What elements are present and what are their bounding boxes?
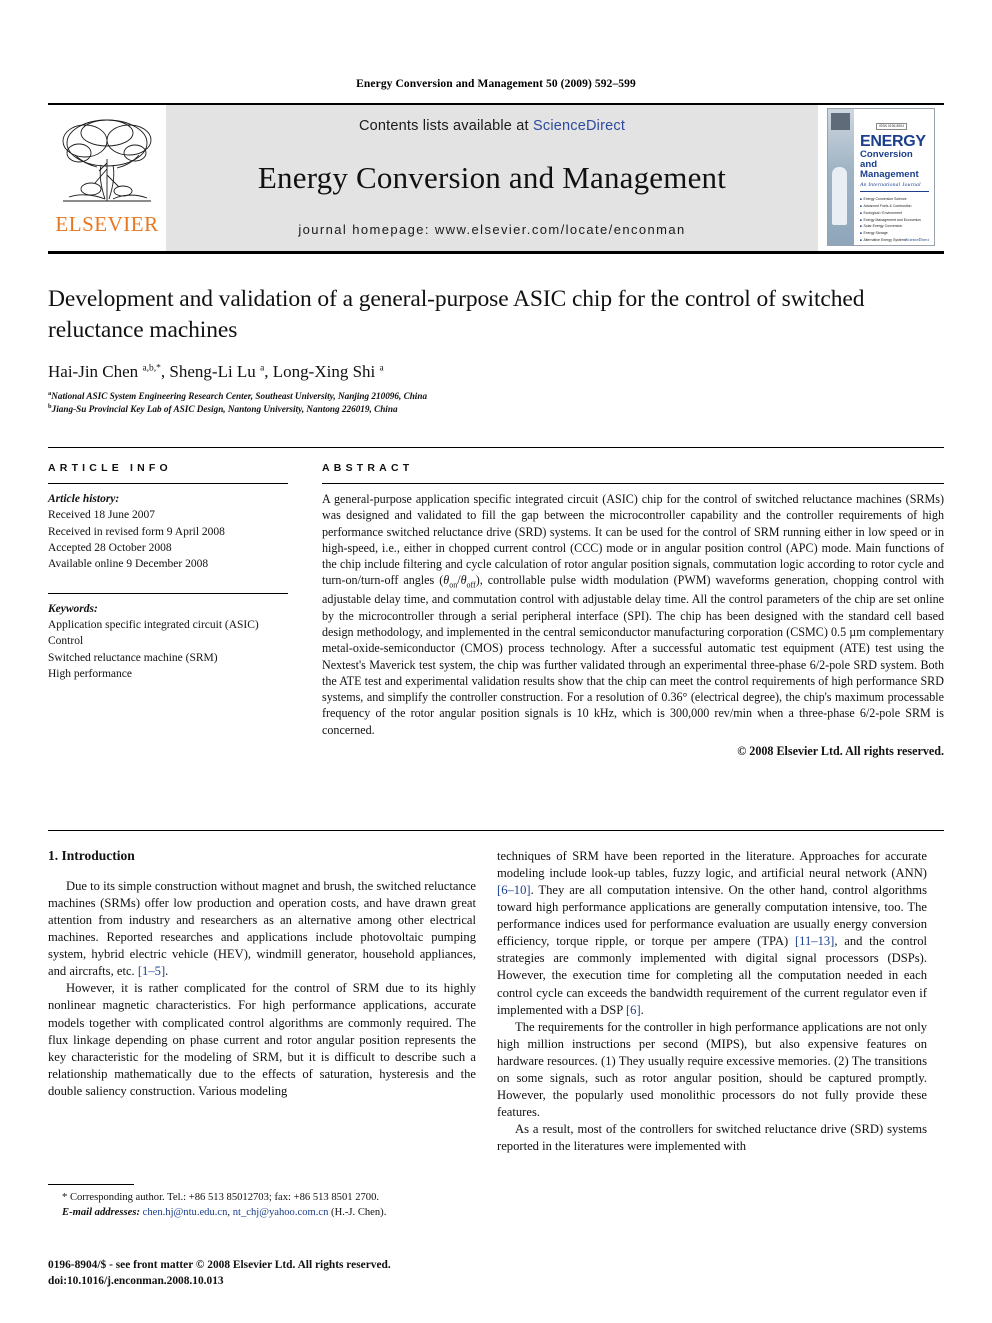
keyword-item: Switched reluctance machine (SRM) bbox=[48, 651, 218, 664]
cover-subtitle-3: An International Journal bbox=[860, 182, 921, 189]
abstract-divider bbox=[322, 483, 944, 484]
cover-topic: Ecological / Environment bbox=[860, 210, 929, 217]
cover-footer-mark: ScienceDirect bbox=[905, 237, 929, 242]
cover-topic: Solar Energy Conversion bbox=[860, 223, 929, 230]
issn-line: 0196-8904/$ - see front matter © 2008 El… bbox=[48, 1259, 391, 1271]
paragraph-tail: . bbox=[640, 1002, 644, 1017]
elsevier-tree-icon bbox=[62, 119, 152, 202]
elsevier-wordmark: ELSEVIER bbox=[55, 212, 159, 236]
doi-line: doi:10.1016/j.enconman.2008.10.013 bbox=[48, 1274, 224, 1287]
abstract-copyright: © 2008 Elsevier Ltd. All rights reserved… bbox=[737, 743, 944, 758]
running-head: Energy Conversion and Management 50 (200… bbox=[356, 78, 636, 90]
theta-off-subscript: off bbox=[466, 580, 476, 590]
body-paragraph: As a result, most of the controllers for… bbox=[497, 1122, 927, 1154]
paper-page: Energy Conversion and Management 50 (200… bbox=[0, 0, 992, 1323]
keyword-item: Application specific integrated circuit … bbox=[48, 618, 259, 631]
email-link-2[interactable]: nt_chj@yahoo.com.cn bbox=[233, 1207, 329, 1218]
article-info-column: ARTICLE INFO Article history: Received 1… bbox=[48, 462, 288, 682]
citation-ref[interactable]: [6–10] bbox=[497, 883, 531, 897]
citation-ref[interactable]: [1–5] bbox=[138, 964, 165, 978]
keyword-item: Control bbox=[48, 635, 84, 648]
abstract-part-2: ), controllable pulse width modulation (… bbox=[322, 573, 945, 737]
article-history-item: Accepted 28 October 2008 bbox=[48, 541, 172, 554]
article-history-item: Available online 9 December 2008 bbox=[48, 558, 209, 571]
article-info-heading: ARTICLE INFO bbox=[48, 462, 172, 474]
elsevier-logo: ELSEVIER bbox=[48, 105, 166, 251]
citation-ref[interactable]: [11–13] bbox=[795, 934, 834, 948]
cooling-tower-icon bbox=[832, 167, 847, 225]
abstract-text: A general-purpose application specific i… bbox=[322, 491, 944, 738]
article-history-item: Received in revised form 9 April 2008 bbox=[48, 525, 225, 538]
cover-left-strip bbox=[828, 109, 854, 245]
cover-elsevier-mark-icon bbox=[831, 113, 850, 130]
cover-title: ENERGY bbox=[860, 133, 926, 150]
paragraph-text: techniques of SRM have been reported in … bbox=[497, 849, 927, 881]
author-list: Hai-Jin Chen a,b,*, Sheng-Li Lu a, Long-… bbox=[48, 362, 384, 381]
cover-topic: Energy Conversion Science bbox=[860, 196, 929, 203]
cover-subtitle-2: Management bbox=[860, 169, 919, 181]
keywords-label: Keywords: bbox=[48, 602, 98, 615]
page-title: Development and validation of a general-… bbox=[48, 286, 865, 344]
journal-title: Energy Conversion and Management bbox=[257, 159, 727, 195]
body-column-right: techniques of SRM have been reported in … bbox=[497, 848, 927, 1155]
issn-copyright-block: 0196-8904/$ - see front matter © 2008 El… bbox=[48, 1258, 518, 1290]
journal-cover-thumbnail: ISSN 0196-8904 ENERGY Conversion and Man… bbox=[818, 105, 944, 251]
abstract-column: ABSTRACT A general-purpose application s… bbox=[322, 462, 944, 759]
body-column-left: 1. Introduction Due to its simple constr… bbox=[48, 848, 476, 1100]
cover-topic: Advanced Fuels & Combustion bbox=[860, 203, 929, 210]
keyword-item: High performance bbox=[48, 667, 132, 680]
body-paragraph: However, it is rather complicated for th… bbox=[48, 981, 476, 1098]
citation-ref[interactable]: [6] bbox=[626, 1003, 641, 1017]
paragraph-text: Due to its simple construction without m… bbox=[48, 879, 476, 979]
article-info-divider bbox=[48, 483, 288, 484]
sciencedirect-link[interactable]: ScienceDirect bbox=[533, 118, 625, 134]
cover-divider bbox=[860, 191, 929, 192]
contents-available-line: Contents lists available at ScienceDirec… bbox=[359, 118, 625, 134]
cover-subtitle-1: Conversion and bbox=[860, 149, 913, 171]
paragraph-tail: . bbox=[165, 964, 169, 979]
footnote-divider bbox=[48, 1184, 134, 1185]
article-history-item: Received 18 June 2007 bbox=[48, 509, 155, 522]
corresponding-author-footnote: * Corresponding author. Tel.: +86 513 85… bbox=[48, 1190, 478, 1220]
body-paragraph: techniques of SRM have been reported in … bbox=[497, 848, 927, 1019]
body-paragraph: Due to its simple construction without m… bbox=[48, 878, 476, 980]
footnote-contact-text: Corresponding author. Tel.: +86 513 8501… bbox=[67, 1192, 380, 1203]
cover-topic: Physical Energy Conversion and Power bbox=[860, 244, 929, 245]
section-heading-introduction: 1. Introduction bbox=[48, 848, 135, 863]
journal-masthead: ELSEVIER Contents lists available at Sci… bbox=[48, 103, 944, 254]
affiliation-b: bJiang-Su Provincial Key Lab of ASIC Des… bbox=[48, 402, 928, 416]
email-link-1[interactable]: chen.hj@ntu.edu.cn bbox=[143, 1207, 228, 1218]
body-paragraph: The requirements for the controller in h… bbox=[497, 1019, 927, 1119]
cover-topic: Energy Management and Economics bbox=[860, 217, 929, 224]
abstract-heading: ABSTRACT bbox=[322, 462, 414, 474]
keywords-divider bbox=[48, 592, 288, 594]
theta-on-subscript: on bbox=[449, 580, 458, 590]
affiliation-text-a: National ASIC System Engineering Researc… bbox=[51, 391, 428, 402]
journal-homepage-link[interactable]: journal homepage: www.elsevier.com/locat… bbox=[298, 222, 685, 237]
contents-prefix: Contents lists available at bbox=[358, 118, 533, 134]
cover-body: ISSN 0196-8904 ENERGY Conversion and Man… bbox=[855, 109, 934, 245]
email-label: E-mail addresses: bbox=[62, 1207, 140, 1219]
masthead-center: Contents lists available at ScienceDirec… bbox=[166, 105, 818, 251]
article-history-label: Article history: bbox=[48, 493, 120, 505]
affiliation-text-b: Jiang-Su Provincial Key Lab of ASIC Desi… bbox=[51, 404, 398, 415]
email-tail: (H.-J. Chen). bbox=[328, 1207, 387, 1219]
cover-issn-tag: ISSN 0196-8904 bbox=[876, 122, 908, 130]
cover-image: ISSN 0196-8904 ENERGY Conversion and Man… bbox=[827, 108, 935, 246]
